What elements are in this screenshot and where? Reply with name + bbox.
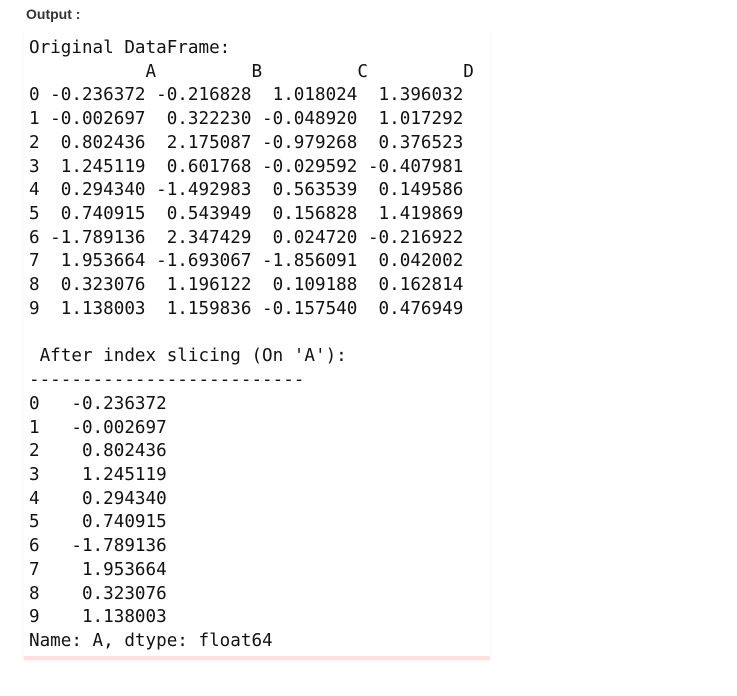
output-label: Output : [26,6,81,22]
output-line: 7 1.953664 [29,559,167,580]
output-line: 3 1.245119 0.601768 -0.029592 -0.407981 [29,156,464,177]
output-line: 9 1.138003 [29,607,167,628]
output-line: 2 0.802436 [29,441,167,462]
output-line: 7 1.953664 -1.693067 -1.856091 0.042002 [29,251,464,272]
output-line: 1 -0.002697 0.322230 -0.048920 1.017292 [29,109,464,130]
output-line: 3 1.245119 [29,464,167,485]
output-line: A B C D [29,61,474,82]
output-line: 4 0.294340 -1.492983 0.563539 0.149586 [29,180,464,201]
output-line: 1 -0.002697 [29,417,167,438]
output-line: 2 0.802436 2.175087 -0.979268 0.376523 [29,132,464,153]
output-line: 8 0.323076 [29,583,167,604]
output-line: Original DataFrame: [29,38,231,58]
output-line: Name: A, dtype: float64 [29,630,273,651]
output-box: Original DataFrame: A B C D 0 -0.236372 -… [24,30,490,660]
code-output: Original DataFrame: A B C D 0 -0.236372 -… [29,37,474,654]
output-line: 8 0.323076 1.196122 0.109188 0.162814 [29,275,464,296]
output-line: -------------------------- [29,370,305,391]
output-line: 9 1.138003 1.159836 -0.157540 0.476949 [29,298,464,319]
output-line: 6 -1.789136 [29,536,167,557]
output-line: 0 -0.236372 [29,393,167,414]
output-line: 5 0.740915 0.543949 0.156828 1.419869 [29,204,464,225]
output-line: 6 -1.789136 2.347429 0.024720 -0.216922 [29,227,464,248]
output-line: After index slicing (On 'A'): [29,346,347,367]
output-line: 5 0.740915 [29,512,167,533]
output-line: 4 0.294340 [29,488,167,509]
output-line: 0 -0.236372 -0.216828 1.018024 1.396032 [29,85,464,106]
